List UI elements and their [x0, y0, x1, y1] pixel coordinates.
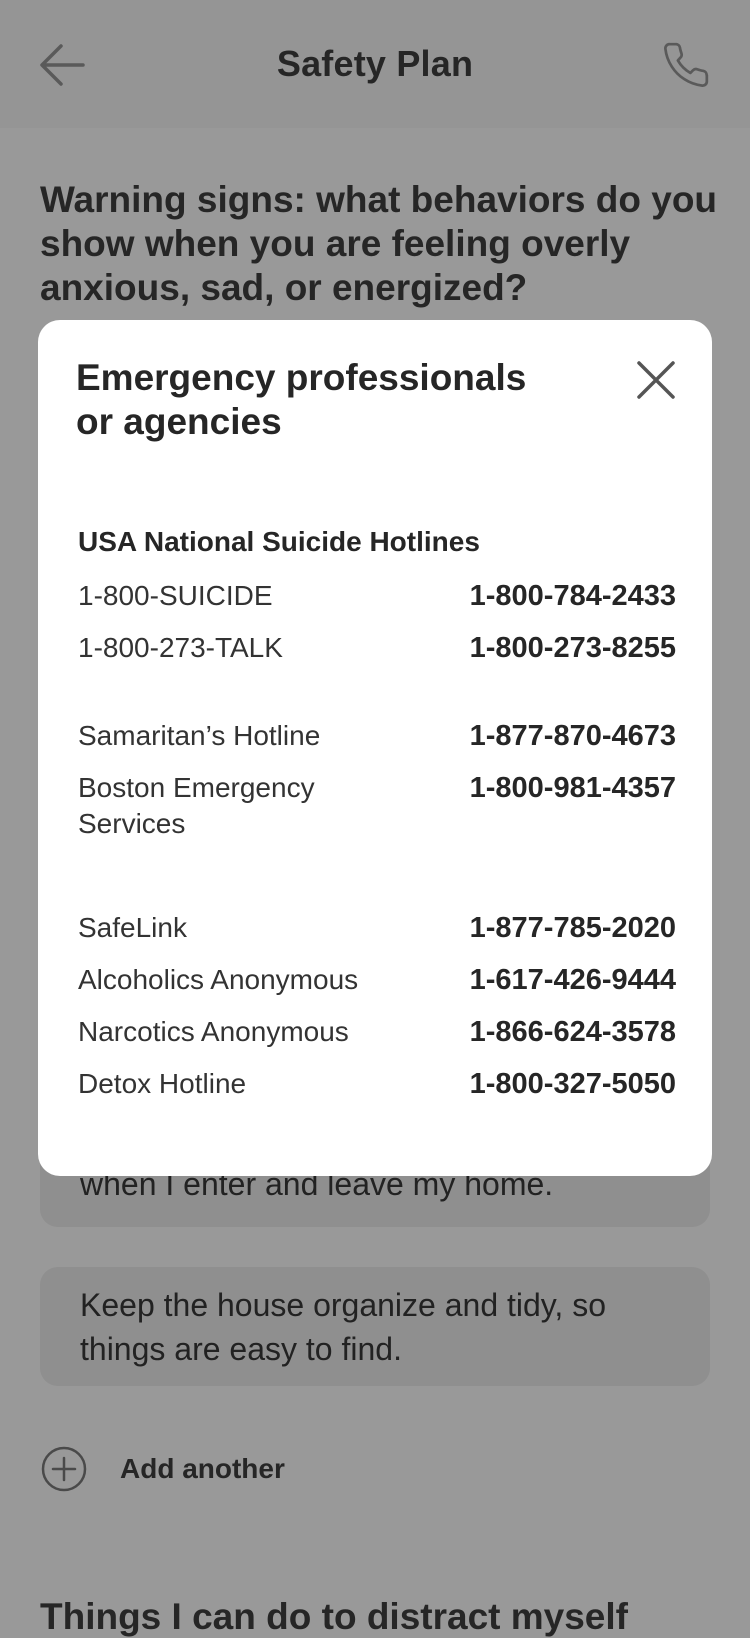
- hotline-row: Samaritan’s Hotline 1-877-870-4673: [78, 718, 676, 758]
- emergency-contacts-modal: Emergency professionals or agencies USA …: [38, 320, 712, 1176]
- hotline-row: 1-800-SUICIDE 1-800-784-2433: [78, 578, 676, 618]
- hotline-name: SafeLink: [78, 912, 187, 943]
- distract-section-heading: Things I can do to distract myself: [40, 1596, 628, 1637]
- hotline-number[interactable]: 1-866-624-3578: [470, 1014, 676, 1050]
- plan-entry-text: Keep the house organize and tidy, so thi…: [80, 1287, 606, 1367]
- phone-icon: [664, 42, 709, 87]
- close-icon: [637, 361, 675, 399]
- hotline-row: Detox Hotline 1-800-327-5050: [78, 1066, 676, 1106]
- close-button[interactable]: [634, 358, 678, 402]
- modal-title: Emergency professionals or agencies: [76, 357, 527, 442]
- warning-signs-question: Warning signs: what behaviors do you sho…: [40, 179, 718, 308]
- hotline-name: Detox Hotline: [78, 1068, 247, 1099]
- plus-circle-icon: [41, 1446, 87, 1492]
- app-header: Safety Plan: [0, 0, 750, 128]
- hotline-row: Narcotics Anonymous 1-866-624-3578: [78, 1014, 676, 1054]
- hotline-row: 1-800-273-TALK 1-800-273-8255: [78, 630, 676, 670]
- hotline-number[interactable]: 1-617-426-9444: [470, 962, 676, 998]
- hotline-row: Alcoholics Anonymous 1-617-426-9444: [78, 962, 676, 1002]
- hotline-number[interactable]: 1-800-784-2433: [470, 578, 676, 614]
- page-title: Safety Plan: [276, 43, 474, 84]
- hotline-name: Samaritan’s Hotline: [78, 720, 321, 751]
- hotline-number[interactable]: 1-800-327-5050: [470, 1066, 676, 1102]
- hotline-number[interactable]: 1-877-870-4673: [470, 718, 676, 754]
- hotline-number[interactable]: 1-800-273-8255: [470, 630, 676, 666]
- hotline-number[interactable]: 1-877-785-2020: [470, 910, 676, 946]
- add-another-button[interactable]: Add another: [40, 1444, 285, 1494]
- hotline-number[interactable]: 1-800-981-4357: [470, 770, 676, 806]
- hotline-name: Boston Emergency Services: [78, 772, 315, 839]
- hotline-name: 1-800-273-TALK: [78, 632, 283, 663]
- add-another-label: Add another: [120, 1453, 285, 1484]
- hotline-name: Narcotics Anonymous: [78, 1016, 349, 1047]
- plan-entry-card[interactable]: Keep the house organize and tidy, so thi…: [40, 1267, 710, 1386]
- hotline-name: Alcoholics Anonymous: [78, 964, 359, 995]
- call-button[interactable]: [660, 40, 712, 90]
- hotline-row: Boston Emergency Services 1-800-981-4357: [78, 770, 676, 839]
- hotline-name: 1-800-SUICIDE: [78, 580, 273, 611]
- hotline-row: SafeLink 1-877-785-2020: [78, 910, 676, 950]
- hotlines-section-heading: USA National Suicide Hotlines: [78, 526, 480, 557]
